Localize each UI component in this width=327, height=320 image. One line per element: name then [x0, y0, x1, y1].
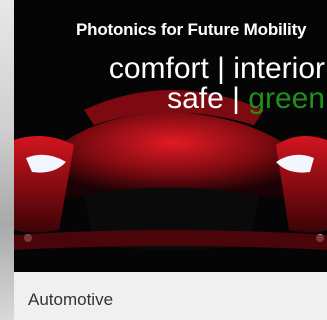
card-headline-2-green: green [248, 82, 325, 115]
card-footer[interactable]: Automotive [14, 272, 327, 320]
car-image [14, 90, 327, 250]
card-tagline: Photonics for Future Mobility [76, 20, 307, 39]
card-headline-2-prefix: safe | [167, 82, 249, 115]
card-category-label[interactable]: Automotive [28, 290, 113, 310]
category-card[interactable]: Photonics for Future Mobility comfort | … [14, 0, 327, 320]
adjacent-card-edge [0, 0, 14, 320]
card-headline-2: safe | green [167, 82, 325, 116]
card-image[interactable]: Photonics for Future Mobility comfort | … [14, 0, 327, 272]
card-headline-1: comfort | interior [108, 52, 325, 85]
